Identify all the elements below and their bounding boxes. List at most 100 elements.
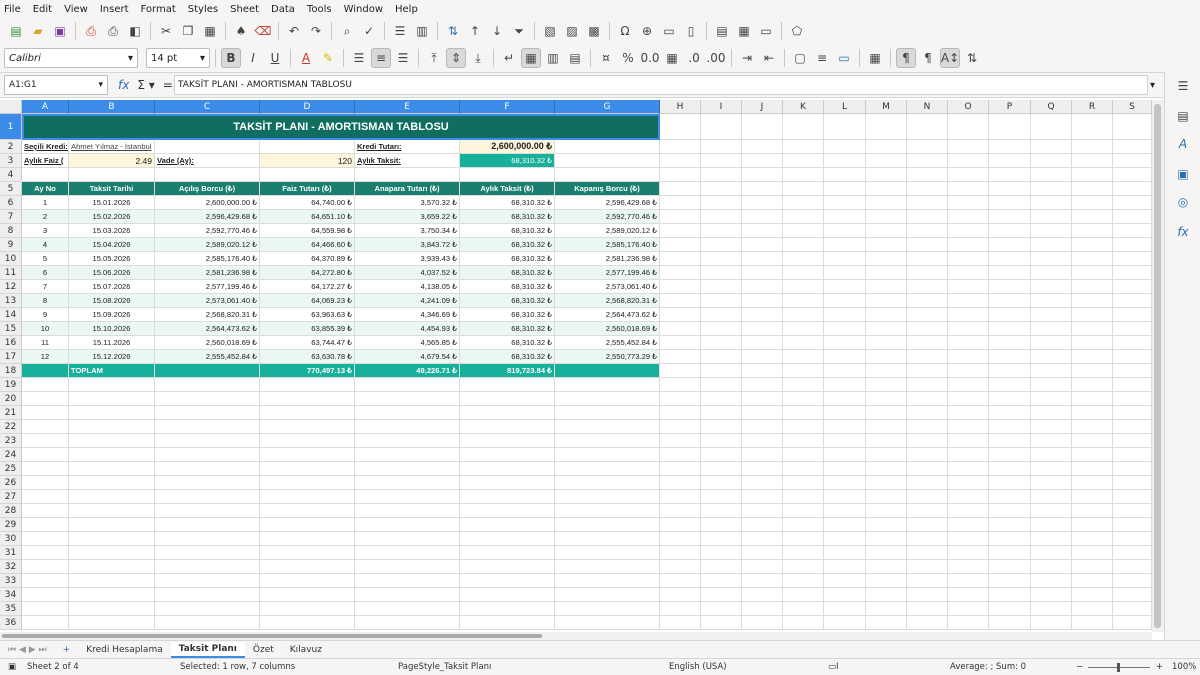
grid-cell[interactable] [355,560,460,574]
grid-cell[interactable] [948,462,989,476]
grid-cell[interactable] [355,490,460,504]
grid-cell[interactable] [866,392,907,406]
vertical-scrollbar[interactable] [1152,100,1164,632]
grid-cell[interactable] [1031,196,1072,210]
grid-cell[interactable] [660,574,701,588]
grid-cell[interactable] [260,476,355,490]
grid-cell[interactable] [69,574,155,588]
grid-cell[interactable] [260,462,355,476]
grid-cell[interactable] [742,364,783,378]
grid-cell[interactable] [701,322,742,336]
grid-cell[interactable] [1072,252,1113,266]
autofilter-icon[interactable]: ⏷ [509,21,529,41]
table-cell[interactable]: 15.02.2026 [69,210,155,224]
grid-cell[interactable] [907,364,948,378]
row-header[interactable]: 30 [0,532,22,546]
grid-cell[interactable] [1031,266,1072,280]
chevron-down-icon[interactable]: ▾ [200,53,205,64]
grid-cell[interactable] [907,168,948,182]
grid-cell[interactable] [1072,336,1113,350]
table-cell[interactable]: 15.10.2026 [69,322,155,336]
vertical-text-icon[interactable]: ⇅ [962,48,982,68]
label-amount[interactable]: Kredi Tutarı: [355,140,460,154]
freeze-rows-icon[interactable]: ▦ [734,21,754,41]
column-header[interactable]: C [155,100,260,114]
grid-cell[interactable] [866,182,907,196]
table-cell[interactable]: 3 [22,224,69,238]
grid-cell[interactable] [824,518,866,532]
number-format-icon[interactable]: 0.0 [640,48,660,68]
sheet-title[interactable]: TAKSİT PLANI - AMORTISMAN TABLOSU [22,114,660,140]
table-cell[interactable]: 63,630.78 ₺ [260,350,355,364]
grid-cell[interactable] [783,322,824,336]
grid-cell[interactable] [824,336,866,350]
table-cell[interactable]: 2,596,429.68 ₺ [155,210,260,224]
row-header[interactable]: 32 [0,560,22,574]
grid-cell[interactable] [460,616,555,630]
tab-nav-arrows-icon[interactable]: ⏮ ◀ ▶ ⏭ [0,645,55,655]
grid-cell[interactable] [742,560,783,574]
grid-cell[interactable] [1072,350,1113,364]
grid-cell[interactable] [1072,588,1113,602]
grid-cell[interactable] [989,560,1031,574]
grid-cell[interactable] [742,490,783,504]
table-cell[interactable]: 15.11.2026 [69,336,155,350]
menu-item-data[interactable]: Data [271,4,295,15]
grid-cell[interactable] [701,266,742,280]
grid-cell[interactable] [260,532,355,546]
menu-item-view[interactable]: View [64,4,88,15]
cut-icon[interactable]: ✂ [156,21,176,41]
grid-cell[interactable] [155,490,260,504]
grid-cell[interactable] [701,490,742,504]
grid-cell[interactable] [1113,462,1152,476]
grid-cell[interactable] [355,392,460,406]
grid-cell[interactable] [22,490,69,504]
align-top-icon[interactable]: ⤒ [424,48,444,68]
column-header[interactable]: A [22,100,69,114]
grid-cell[interactable] [1113,154,1152,168]
grid-cell[interactable] [1072,266,1113,280]
grid-cell[interactable] [701,378,742,392]
table-cell[interactable]: 15.08.2026 [69,294,155,308]
grid-cell[interactable] [907,532,948,546]
label-rate[interactable]: Aylık Faiz ( [22,154,69,168]
grid-cell[interactable] [783,114,824,140]
grid-cell[interactable] [866,154,907,168]
table-cell[interactable]: 64,272.80 ₺ [260,266,355,280]
grid-cell[interactable] [742,196,783,210]
grid-cell[interactable] [824,350,866,364]
grid-cell[interactable] [824,210,866,224]
grid-cell[interactable] [948,140,989,154]
table-cell[interactable]: 2,581,236.98 ₺ [555,252,660,266]
grid-cell[interactable] [355,504,460,518]
grid-cell[interactable] [783,462,824,476]
loan-amount-value[interactable]: 2,600,000.00 ₺ [460,140,555,154]
grid-cell[interactable] [783,336,824,350]
table-cell[interactable]: 2,585,176.40 ₺ [555,238,660,252]
grid-cell[interactable] [460,574,555,588]
border-style-icon[interactable]: ≡ [812,48,832,68]
grid-cell[interactable] [701,210,742,224]
grid-cell[interactable] [824,154,866,168]
grid-cell[interactable] [701,196,742,210]
menu-item-edit[interactable]: Edit [33,4,52,15]
table-header[interactable]: Açılış Borcu (₺) [155,182,260,196]
table-cell[interactable]: 3,939.43 ₺ [355,252,460,266]
grid-cell[interactable] [355,588,460,602]
grid-cell[interactable] [660,546,701,560]
grid-cell[interactable] [355,532,460,546]
grid-cell[interactable] [1031,168,1072,182]
grid-cell[interactable] [1113,196,1152,210]
table-cell[interactable]: 15.04.2026 [69,238,155,252]
grid-cell[interactable] [69,616,155,630]
grid-cell[interactable] [355,574,460,588]
grid-cell[interactable] [824,434,866,448]
grid-cell[interactable] [907,322,948,336]
grid-cell[interactable] [460,462,555,476]
horizontal-scrollbar[interactable] [0,632,1152,640]
table-cell[interactable]: 5 [22,252,69,266]
grid-cell[interactable] [22,588,69,602]
grid-cell[interactable] [701,350,742,364]
table-cell[interactable]: 1 [22,196,69,210]
grid-cell[interactable] [783,476,824,490]
